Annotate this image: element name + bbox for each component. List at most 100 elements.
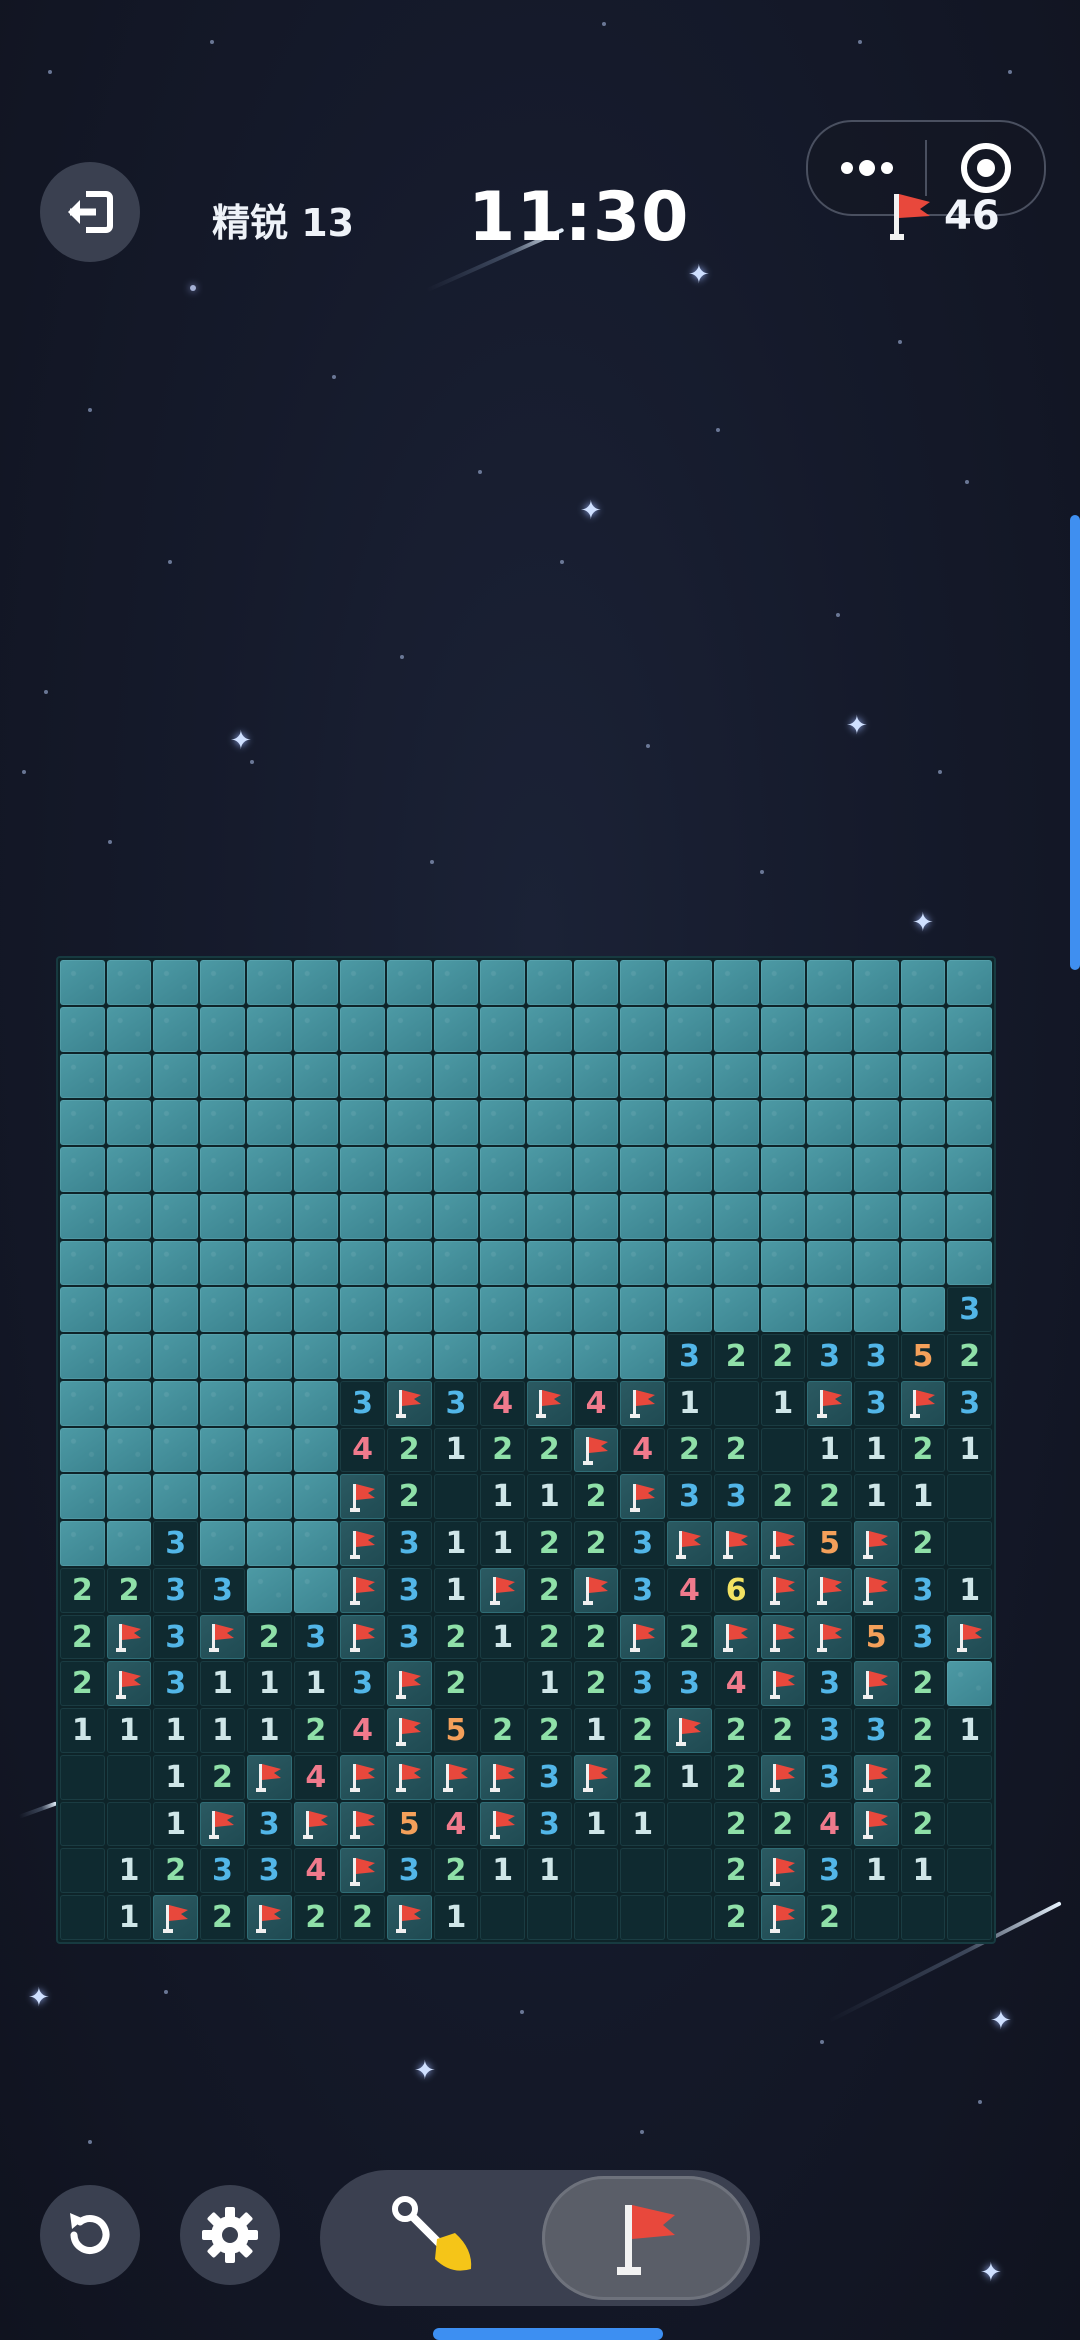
covered-cell[interactable] <box>386 1334 432 1379</box>
covered-cell[interactable] <box>293 1147 339 1192</box>
number-cell[interactable]: 5 <box>807 1521 852 1566</box>
number-cell[interactable]: 2 <box>527 1614 572 1660</box>
number-cell[interactable]: 2 <box>667 1427 712 1473</box>
exit-button[interactable] <box>40 162 140 262</box>
covered-cell[interactable] <box>293 960 339 1005</box>
covered-cell[interactable] <box>246 1380 292 1426</box>
number-cell[interactable]: 1 <box>106 1848 152 1894</box>
covered-cell[interactable] <box>246 1474 292 1520</box>
covered-cell[interactable] <box>200 1147 245 1192</box>
open-cell[interactable] <box>60 1754 105 1800</box>
flag-mode-button[interactable] <box>542 2176 750 2300</box>
covered-cell[interactable] <box>573 1193 619 1239</box>
flagged-cell[interactable] <box>480 1754 525 1800</box>
number-cell[interactable]: 2 <box>386 1427 432 1473</box>
number-cell[interactable]: 1 <box>807 1427 852 1473</box>
covered-cell[interactable] <box>433 1006 479 1052</box>
open-cell[interactable] <box>433 1474 479 1520</box>
covered-cell[interactable] <box>527 1006 572 1052</box>
number-cell[interactable]: 5 <box>386 1801 432 1847</box>
covered-cell[interactable] <box>106 1147 152 1192</box>
number-cell[interactable]: 2 <box>293 1895 339 1940</box>
covered-cell[interactable] <box>340 1334 385 1379</box>
covered-cell[interactable] <box>900 1193 946 1239</box>
number-cell[interactable]: 1 <box>246 1708 292 1753</box>
number-cell[interactable]: 2 <box>480 1708 525 1753</box>
number-cell[interactable]: 4 <box>667 1567 712 1613</box>
covered-cell[interactable] <box>293 1380 339 1426</box>
covered-cell[interactable] <box>106 1427 152 1473</box>
number-cell[interactable]: 3 <box>200 1848 245 1894</box>
flagged-cell[interactable] <box>106 1661 152 1707</box>
covered-cell[interactable] <box>293 1474 339 1520</box>
number-cell[interactable]: 3 <box>386 1521 432 1566</box>
number-cell[interactable]: 1 <box>947 1567 992 1613</box>
number-cell[interactable]: 5 <box>433 1708 479 1753</box>
covered-cell[interactable] <box>527 960 572 1005</box>
number-cell[interactable]: 1 <box>200 1708 245 1753</box>
covered-cell[interactable] <box>433 1193 479 1239</box>
covered-cell[interactable] <box>386 1287 432 1333</box>
number-cell[interactable]: 2 <box>713 1801 759 1847</box>
covered-cell[interactable] <box>620 1053 666 1099</box>
number-cell[interactable]: 3 <box>620 1567 666 1613</box>
covered-cell[interactable] <box>853 1240 899 1286</box>
flagged-cell[interactable] <box>620 1614 666 1660</box>
covered-cell[interactable] <box>947 1053 992 1099</box>
covered-cell[interactable] <box>200 1006 245 1052</box>
covered-cell[interactable] <box>153 1053 199 1099</box>
number-cell[interactable]: 3 <box>807 1708 852 1753</box>
number-cell[interactable]: 2 <box>527 1521 572 1566</box>
covered-cell[interactable] <box>807 1006 852 1052</box>
flagged-cell[interactable] <box>106 1614 152 1660</box>
covered-cell[interactable] <box>573 1240 619 1286</box>
covered-cell[interactable] <box>386 960 432 1005</box>
flagged-cell[interactable] <box>573 1567 619 1613</box>
number-cell[interactable]: 1 <box>573 1708 619 1753</box>
covered-cell[interactable] <box>947 1006 992 1052</box>
open-cell[interactable] <box>853 1895 899 1940</box>
flagged-cell[interactable] <box>667 1708 712 1753</box>
number-cell[interactable]: 3 <box>527 1801 572 1847</box>
covered-cell[interactable] <box>293 1193 339 1239</box>
flagged-cell[interactable] <box>386 1380 432 1426</box>
number-cell[interactable]: 1 <box>573 1801 619 1847</box>
open-cell[interactable] <box>947 1474 992 1520</box>
covered-cell[interactable] <box>153 1006 199 1052</box>
covered-cell[interactable] <box>246 960 292 1005</box>
number-cell[interactable]: 3 <box>853 1708 899 1753</box>
number-cell[interactable]: 3 <box>386 1614 432 1660</box>
number-cell[interactable]: 2 <box>900 1708 946 1753</box>
number-cell[interactable]: 2 <box>246 1614 292 1660</box>
covered-cell[interactable] <box>246 1053 292 1099</box>
covered-cell[interactable] <box>480 1240 525 1286</box>
number-cell[interactable]: 2 <box>200 1754 245 1800</box>
number-cell[interactable]: 2 <box>433 1614 479 1660</box>
covered-cell[interactable] <box>386 1006 432 1052</box>
covered-cell[interactable] <box>246 1427 292 1473</box>
covered-cell[interactable] <box>900 1287 946 1333</box>
covered-cell[interactable] <box>246 1567 292 1613</box>
covered-cell[interactable] <box>293 1521 339 1566</box>
covered-cell[interactable] <box>340 1193 385 1239</box>
covered-cell[interactable] <box>713 1100 759 1146</box>
covered-cell[interactable] <box>807 1053 852 1099</box>
covered-cell[interactable] <box>480 1193 525 1239</box>
covered-cell[interactable] <box>106 1006 152 1052</box>
number-cell[interactable]: 3 <box>153 1614 199 1660</box>
open-cell[interactable] <box>573 1895 619 1940</box>
covered-cell[interactable] <box>246 1006 292 1052</box>
number-cell[interactable]: 2 <box>713 1427 759 1473</box>
number-cell[interactable]: 3 <box>386 1567 432 1613</box>
number-cell[interactable]: 5 <box>900 1334 946 1379</box>
covered-cell[interactable] <box>713 1287 759 1333</box>
number-cell[interactable]: 1 <box>620 1801 666 1847</box>
open-cell[interactable] <box>106 1801 152 1847</box>
number-cell[interactable]: 2 <box>106 1567 152 1613</box>
covered-cell[interactable] <box>947 1240 992 1286</box>
covered-cell[interactable] <box>760 1147 806 1192</box>
number-cell[interactable]: 3 <box>293 1614 339 1660</box>
number-cell[interactable]: 3 <box>246 1801 292 1847</box>
covered-cell[interactable] <box>527 1240 572 1286</box>
covered-cell[interactable] <box>293 1006 339 1052</box>
